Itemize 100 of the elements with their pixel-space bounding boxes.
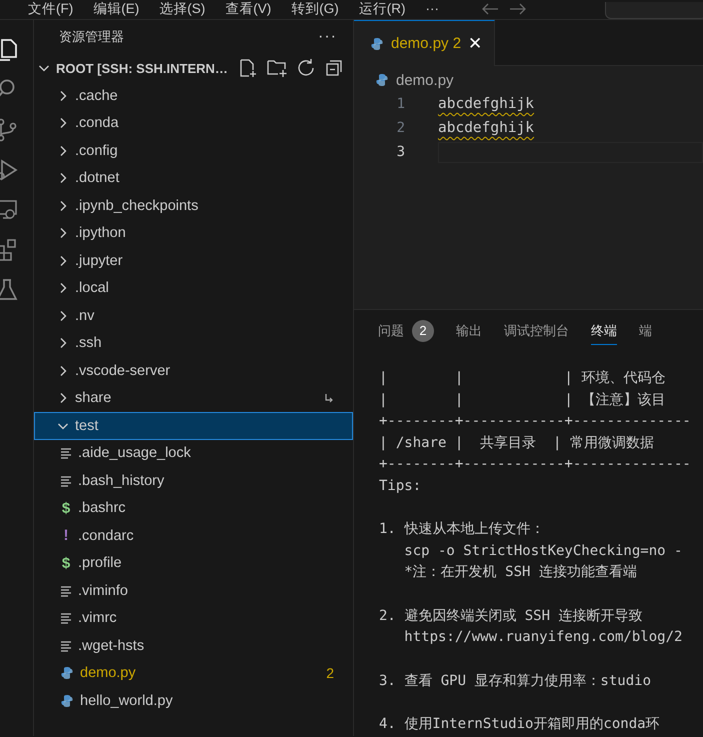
file-name: .vscode-server	[75, 362, 170, 379]
file-name: .ipython	[75, 225, 126, 242]
file-name: .dotnet	[75, 170, 120, 186]
lines-icon	[60, 640, 72, 652]
symbol-icon: !	[60, 527, 72, 544]
tree-item[interactable]: .ipython	[34, 220, 353, 247]
tree-item[interactable]: .local	[34, 274, 353, 302]
lines-icon	[60, 612, 72, 624]
terminal-line: | | | 【注意】该目	[379, 390, 666, 410]
file-name: .cache	[75, 88, 118, 104]
lines-icon	[60, 447, 72, 460]
tree-item[interactable]: .config	[34, 137, 353, 164]
editor-tab[interactable]: demo.py 2 ✕	[354, 20, 496, 66]
tree-item[interactable]: $ .profile	[34, 550, 353, 577]
menu-item[interactable]: 运行(R)	[358, 0, 406, 17]
file-name: test	[75, 418, 98, 434]
file-name: .local	[75, 280, 109, 296]
back-arrow-icon[interactable]	[481, 2, 499, 16]
file-name: .condarc	[78, 528, 134, 544]
lines-icon	[60, 584, 72, 597]
root-folder-label[interactable]: ROOT [SSH: SSH.INTERN…	[56, 60, 228, 76]
refresh-icon[interactable]	[296, 58, 316, 78]
problem-count: 2	[326, 665, 334, 682]
menu-item[interactable]: 转到(G)	[291, 0, 339, 17]
tree-item[interactable]: .viminfo	[34, 577, 353, 604]
file-name: .viminfo	[78, 582, 128, 599]
forward-arrow-icon[interactable]	[509, 2, 527, 16]
file-name: .bashrc	[78, 500, 126, 516]
file-name: demo.py	[80, 665, 136, 682]
terminal-line: scp -o StrictHostKeyChecking=no -	[403, 542, 684, 560]
file-name: .bash_history	[78, 472, 164, 489]
code-line: abcdefghijk	[438, 119, 534, 138]
menu-item[interactable]: 文件(F)	[28, 0, 74, 17]
menu-item[interactable]: 编辑(E)	[93, 0, 140, 17]
new-folder-icon[interactable]	[266, 58, 288, 78]
tree-item[interactable]: ! .condarc	[34, 522, 353, 550]
tree-item[interactable]: .conda	[34, 110, 353, 137]
file-name: hello_world.py	[80, 692, 173, 709]
terminal-line: Tips:	[379, 476, 422, 496]
tree-item[interactable]: .aide_usage_lock	[34, 440, 353, 467]
problem-count: 2	[412, 320, 434, 342]
tree-item[interactable]: .vimrc	[34, 604, 353, 632]
terminal-line: | /share | 共享目录 | 常用微调数据	[379, 434, 655, 452]
file-name: .wget-hsts	[78, 638, 144, 654]
tree-item[interactable]: .bash_history	[34, 467, 353, 494]
file-name: .ssh	[75, 335, 102, 352]
line-number: 2	[396, 120, 405, 136]
flask-icon[interactable]	[0, 277, 20, 303]
run-debug-icon[interactable]	[0, 157, 20, 183]
breadcrumb[interactable]: demo.py	[396, 72, 454, 88]
terminal-line: +--------+------------+--------------	[379, 412, 692, 431]
tree-item[interactable]: .vscode-server	[34, 357, 353, 384]
lines-icon	[60, 474, 72, 487]
panel-tab[interactable]: 问题 2	[378, 318, 434, 344]
close-icon[interactable]: ✕	[468, 34, 482, 54]
menu-item[interactable]: 查看(V)	[225, 0, 272, 17]
tree-item[interactable]: share	[34, 384, 353, 412]
tree-item[interactable]: hello_world.py	[34, 687, 353, 714]
file-type-icon	[370, 36, 384, 50]
tree-item[interactable]: .nv	[34, 302, 353, 330]
tree-item[interactable]: test	[34, 412, 353, 440]
file-name: .config	[75, 142, 118, 159]
panel-title: 资源管理器	[59, 28, 124, 46]
terminal-line: +--------+------------+--------------	[379, 455, 692, 474]
files-icon[interactable]	[0, 37, 20, 63]
menu-item[interactable]: ···	[426, 0, 439, 17]
more-button[interactable]: ···	[318, 28, 337, 46]
menu-item[interactable]: 选择(S)	[159, 0, 206, 17]
terminal-line: *注：在开发机 SSH 连接功能查看端	[403, 563, 638, 582]
symbol-icon: $	[60, 500, 72, 517]
terminal-line: 4. 使用InternStudio开箱即用的conda环	[379, 715, 661, 734]
file-type-icon	[60, 666, 74, 680]
panel-tab[interactable]: 输出	[456, 318, 482, 344]
file-name: .jupyter	[75, 252, 123, 269]
file-type-icon	[60, 694, 74, 708]
tree-item[interactable]: .cache	[34, 82, 353, 110]
terminal-line: 1. 快速从本地上传文件：	[379, 520, 546, 539]
code-line: abcdefghijk	[438, 95, 534, 114]
collapse-all-icon[interactable]	[324, 58, 344, 78]
panel-tab[interactable]: 调试控制台	[504, 318, 569, 344]
tree-item[interactable]: $ .bashrc	[34, 494, 353, 522]
panel-tab[interactable]: 端	[639, 318, 652, 344]
search-field[interactable]	[605, 2, 703, 19]
symbol-icon: $	[60, 554, 72, 572]
tree-item[interactable]: .dotnet	[34, 164, 353, 192]
line-number: 3	[396, 144, 405, 160]
new-file-icon[interactable]	[238, 58, 258, 78]
tree-item[interactable]: .ipynb_checkpoints	[34, 192, 353, 220]
tree-item[interactable]: .wget-hsts	[34, 632, 353, 660]
file-type-icon	[375, 73, 389, 87]
file-name: .conda	[75, 115, 119, 132]
panel-tab[interactable]: 终端	[591, 318, 617, 344]
file-name: .ipynb_checkpoints	[75, 198, 198, 214]
terminal-line: 3. 查看 GPU 显存和算力使用率：studio	[379, 672, 652, 690]
tree-item[interactable]: .jupyter	[34, 247, 353, 274]
line-number: 1	[396, 96, 405, 112]
tree-item[interactable]: demo.py 2	[34, 660, 353, 687]
terminal-line: 2. 避免因终端关闭或 SSH 连接断开导致	[379, 606, 644, 626]
tree-item[interactable]: .ssh	[34, 330, 353, 357]
file-name: .nv	[75, 308, 94, 324]
